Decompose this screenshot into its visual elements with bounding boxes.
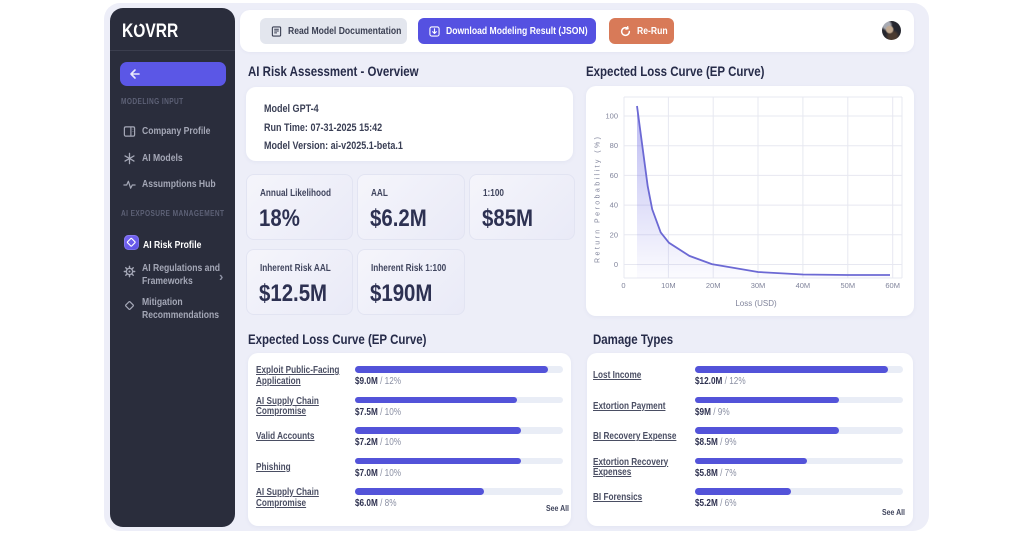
svg-text:100: 100 [605, 112, 618, 121]
svg-text:0: 0 [614, 260, 618, 269]
svg-text:20: 20 [610, 230, 618, 239]
svg-text:0: 0 [621, 281, 625, 290]
svg-text:Return Perobability (%): Return Perobability (%) [595, 137, 602, 263]
svg-text:80: 80 [610, 141, 618, 150]
svg-text:60M: 60M [885, 281, 900, 290]
svg-text:10M: 10M [661, 281, 676, 290]
svg-text:Loss (USD): Loss (USD) [735, 299, 777, 308]
svg-text:40: 40 [610, 201, 618, 210]
svg-text:60: 60 [610, 171, 618, 180]
svg-text:40M: 40M [796, 281, 811, 290]
svg-text:50M: 50M [841, 281, 856, 290]
svg-text:30M: 30M [751, 281, 766, 290]
svg-text:20M: 20M [706, 281, 721, 290]
